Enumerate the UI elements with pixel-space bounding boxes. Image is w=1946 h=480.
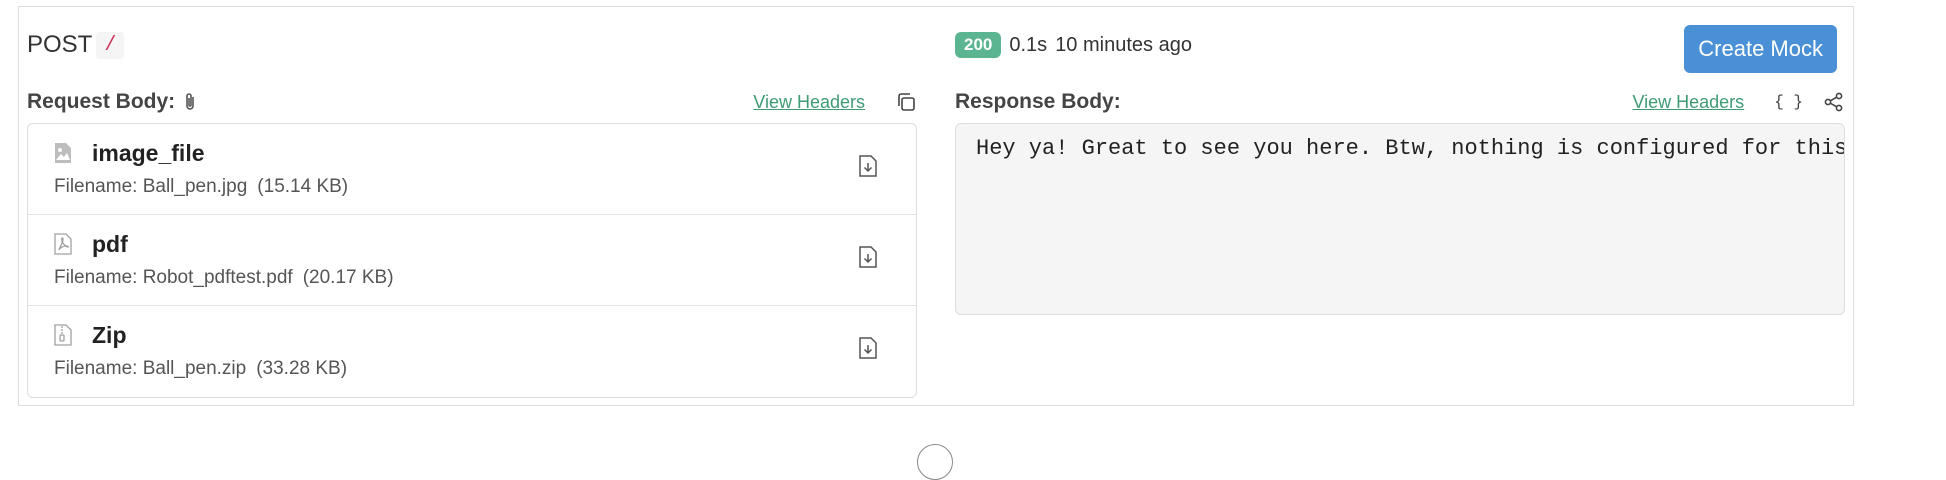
create-mock-button[interactable]: Create Mock [1684,25,1837,73]
file-name: pdf [92,231,128,257]
file-size: (20.17 KB) [302,267,394,288]
request-view-headers-link[interactable]: View Headers [753,92,865,113]
file-size: (15.14 KB) [257,176,349,197]
response-time-ago: 10 minutes ago [1055,33,1192,56]
response-status-line: 200 0.1s 10 minutes ago [955,27,1192,63]
file-size: (33.28 KB) [256,358,348,379]
image-file-icon [54,142,72,169]
request-body-actions: View Headers [753,91,917,113]
file-item-zip: Zip Filename: Ball_pen.zip (33.28 KB) [28,306,916,397]
request-body-title: Request Body: [27,90,176,113]
download-file-icon[interactable] [858,336,878,365]
request-method: POST [27,31,93,58]
response-body-viewer[interactable]: Hey ya! Great to see you here. Btw, noth… [955,123,1845,315]
paperclip-icon [183,92,197,112]
share-icon[interactable] [1823,91,1845,113]
response-view-headers-link[interactable]: View Headers [1632,92,1744,113]
response-body-actions: View Headers { } [1632,91,1845,113]
request-file-list: image_file Filename: Ball_pen.jpg (15.14 … [27,123,917,398]
response-body-title: Response Body: [955,90,1121,113]
file-filename: Filename: Ball_pen.jpg [54,176,248,197]
file-name: Zip [92,322,127,348]
zip-file-icon [54,324,72,351]
copy-icon[interactable] [895,91,917,113]
file-filename: Filename: Robot_pdftest.pdf [54,267,293,288]
response-body-content: Hey ya! Great to see you here. Btw, noth… [976,136,1845,161]
response-body-header: Response Body: View Headers { } [955,87,1845,117]
response-duration: 0.1s [1009,33,1048,56]
download-file-icon[interactable] [858,245,878,274]
status-badge: 200 [955,32,1002,58]
request-line: POST / [27,27,125,63]
file-filename: Filename: Ball_pen.zip [54,358,247,379]
loading-spinner-icon [917,444,953,480]
request-body-header: Request Body: View Headers [27,87,917,117]
request-log-card: POST / Request Body: View Headers image_… [18,6,1854,406]
format-json-icon[interactable]: { } [1774,93,1803,111]
file-item-image: image_file Filename: Ball_pen.jpg (15.14 … [28,124,916,215]
file-item-pdf: pdf Filename: Robot_pdftest.pdf (20.17 KB… [28,215,916,306]
download-file-icon[interactable] [858,154,878,183]
file-meta: Filename: Ball_pen.zip (33.28 KB) [54,358,347,380]
file-meta: Filename: Ball_pen.jpg (15.14 KB) [54,176,348,198]
file-meta: Filename: Robot_pdftest.pdf (20.17 KB) [54,267,394,289]
file-name: image_file [92,140,205,166]
pdf-file-icon [54,233,72,260]
request-path: / [96,31,125,59]
